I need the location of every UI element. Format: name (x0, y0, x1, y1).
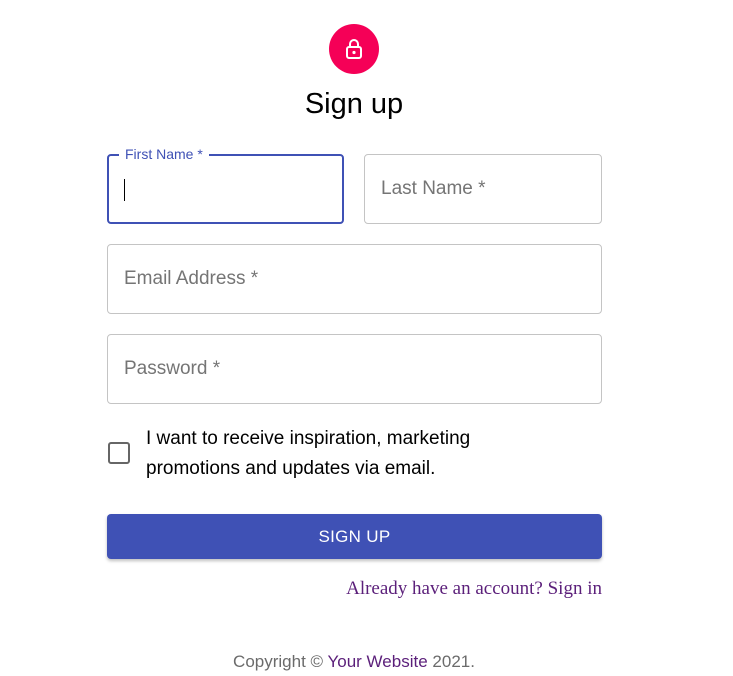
first-name-label: First Name * (119, 146, 209, 162)
first-name-field[interactable]: First Name * (107, 146, 344, 224)
website-link[interactable]: Your Website (327, 652, 427, 671)
last-name-field[interactable]: Last Name * (364, 154, 602, 224)
sign-in-link[interactable]: Already have an account? Sign in (346, 578, 602, 600)
copyright: Copyright © Your Website 2021. (0, 652, 708, 672)
marketing-checkbox-label[interactable]: I want to receive inspiration, marketing… (146, 424, 526, 484)
avatar (329, 24, 379, 74)
signup-page: Sign up First Name * Last Name * Email A… (0, 0, 733, 676)
email-placeholder: Email Address * (124, 268, 259, 289)
page-title: Sign up (304, 88, 404, 120)
text-caret (124, 179, 125, 201)
copyright-year: 2021. (432, 652, 475, 671)
password-field[interactable]: Password * (107, 334, 602, 404)
lock-icon (346, 39, 362, 59)
email-field[interactable]: Email Address * (107, 244, 602, 314)
copyright-prefix: Copyright © (233, 652, 324, 671)
password-placeholder: Password * (124, 358, 221, 379)
last-name-placeholder: Last Name * (381, 178, 486, 199)
sign-up-button[interactable]: SIGN UP (107, 514, 602, 559)
marketing-checkbox[interactable] (108, 442, 130, 464)
